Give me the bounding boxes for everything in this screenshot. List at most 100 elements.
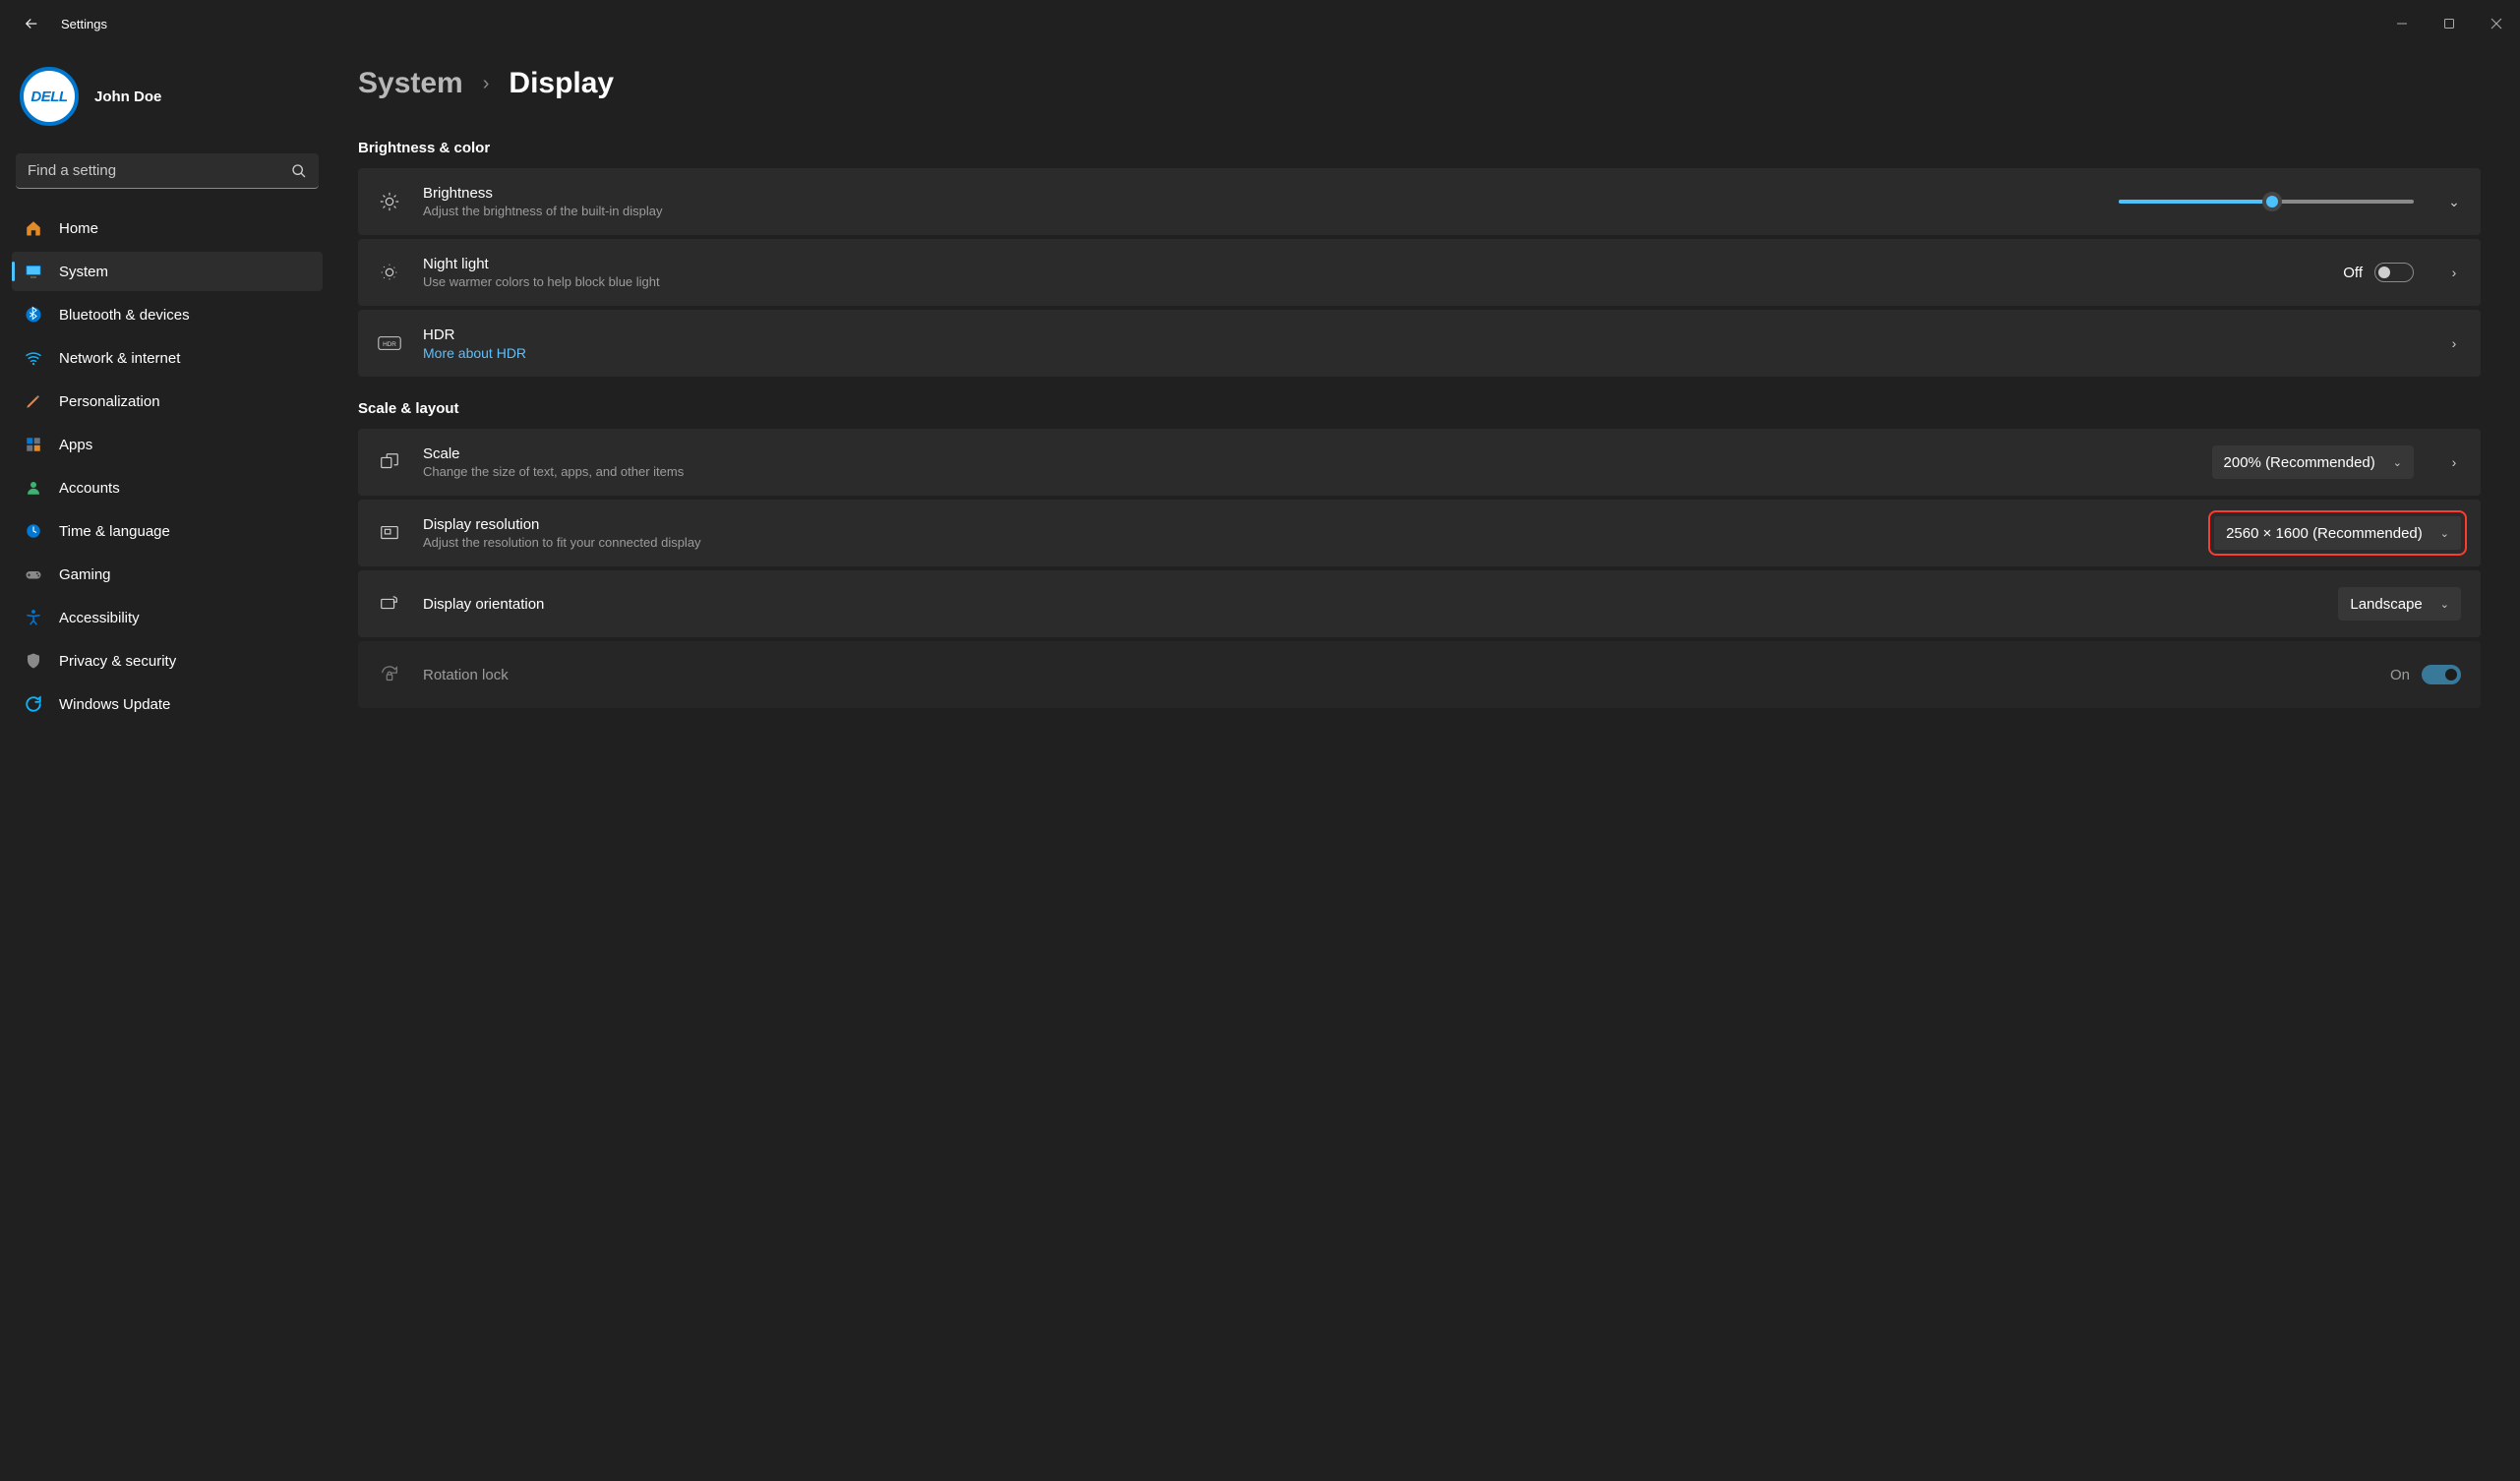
- bluetooth-icon: [24, 305, 43, 325]
- chevron-right-icon: ›: [483, 73, 490, 95]
- sidebar-item-label: Privacy & security: [59, 653, 176, 670]
- rotation-lock-toggle: [2422, 665, 2461, 684]
- card-night-light[interactable]: Night light Use warmer colors to help bl…: [358, 239, 2481, 306]
- sidebar-item-label: Accessibility: [59, 610, 140, 626]
- card-hdr[interactable]: HDR HDR More about HDR ›: [358, 310, 2481, 377]
- sidebar-item-label: Time & language: [59, 523, 170, 540]
- night-light-icon: [378, 262, 401, 283]
- gaming-icon: [24, 564, 43, 584]
- resolution-sub: Adjust the resolution to fit your connec…: [423, 535, 2192, 550]
- sidebar-item-system[interactable]: System: [12, 252, 323, 291]
- section-scale-layout: Scale & layout: [358, 400, 2481, 417]
- sidebar-item-privacy[interactable]: Privacy & security: [12, 641, 323, 681]
- breadcrumb: System › Display: [358, 67, 2481, 100]
- hdr-icon: HDR: [378, 335, 401, 351]
- sidebar-item-label: Accounts: [59, 480, 120, 497]
- card-orientation[interactable]: Display orientation Landscape ⌄: [358, 570, 2481, 637]
- sidebar-item-label: System: [59, 264, 108, 280]
- rotation-lock-state: On: [2390, 667, 2410, 683]
- section-brightness-color: Brightness & color: [358, 140, 2481, 156]
- network-icon: [24, 348, 43, 368]
- sidebar-item-label: Personalization: [59, 393, 160, 410]
- windows-update-icon: [24, 694, 43, 714]
- sidebar-item-label: Apps: [59, 437, 92, 453]
- breadcrumb-current: Display: [509, 67, 614, 100]
- sidebar-item-label: Network & internet: [59, 350, 180, 367]
- sidebar-item-accessibility[interactable]: Accessibility: [12, 598, 323, 637]
- accessibility-icon: [24, 608, 43, 627]
- titlebar: Settings: [0, 0, 2520, 47]
- sidebar-item-label: Home: [59, 220, 98, 237]
- card-brightness[interactable]: Brightness Adjust the brightness of the …: [358, 168, 2481, 235]
- hdr-link[interactable]: More about HDR: [423, 345, 2414, 361]
- apps-icon: [24, 435, 43, 454]
- back-button[interactable]: [8, 0, 55, 47]
- orientation-icon: [378, 593, 401, 615]
- user-name: John Doe: [94, 89, 161, 105]
- personalization-icon: [24, 391, 43, 411]
- sidebar-item-label: Windows Update: [59, 696, 170, 713]
- scale-dropdown[interactable]: 200% (Recommended) ⌄: [2212, 445, 2414, 479]
- search-icon: [291, 163, 307, 179]
- chevron-down-icon[interactable]: ⌄: [2447, 194, 2461, 210]
- breadcrumb-parent[interactable]: System: [358, 67, 463, 100]
- chevron-down-icon: ⌄: [2393, 456, 2402, 469]
- sidebar-item-home[interactable]: Home: [12, 208, 323, 248]
- brightness-slider[interactable]: [2119, 200, 2414, 204]
- close-button[interactable]: [2473, 0, 2520, 47]
- system-icon: [24, 262, 43, 281]
- card-rotation-lock: Rotation lock On: [358, 641, 2481, 708]
- profile[interactable]: DELL John Doe: [12, 55, 323, 149]
- night-light-label: Night light: [423, 256, 2321, 272]
- resolution-icon: [378, 522, 401, 544]
- brightness-sub: Adjust the brightness of the built-in di…: [423, 204, 2097, 218]
- rotation-lock-label: Rotation lock: [423, 667, 2369, 683]
- night-light-toggle[interactable]: [2374, 263, 2414, 282]
- scale-sub: Change the size of text, apps, and other…: [423, 464, 2190, 479]
- time-language-icon: [24, 521, 43, 541]
- sidebar: DELL John Doe Home System Bluetooth & de…: [0, 47, 334, 1481]
- minimize-button[interactable]: [2378, 0, 2426, 47]
- window-controls: [2378, 0, 2520, 47]
- night-light-state: Off: [2343, 265, 2363, 281]
- avatar: DELL: [20, 67, 79, 126]
- sidebar-item-label: Gaming: [59, 566, 111, 583]
- chevron-right-icon[interactable]: ›: [2447, 335, 2461, 351]
- sidebar-item-label: Bluetooth & devices: [59, 307, 190, 324]
- chevron-right-icon[interactable]: ›: [2447, 454, 2461, 470]
- sidebar-item-personalization[interactable]: Personalization: [12, 382, 323, 421]
- window-title: Settings: [61, 17, 107, 31]
- resolution-label: Display resolution: [423, 516, 2192, 533]
- card-resolution[interactable]: Display resolution Adjust the resolution…: [358, 500, 2481, 566]
- sidebar-item-apps[interactable]: Apps: [12, 425, 323, 464]
- sidebar-item-bluetooth[interactable]: Bluetooth & devices: [12, 295, 323, 334]
- privacy-icon: [24, 651, 43, 671]
- orientation-label: Display orientation: [423, 596, 2316, 613]
- search-box[interactable]: [16, 153, 319, 189]
- sidebar-item-accounts[interactable]: Accounts: [12, 468, 323, 507]
- resolution-dropdown[interactable]: 2560 × 1600 (Recommended) ⌄: [2214, 516, 2461, 550]
- scale-label: Scale: [423, 445, 2190, 462]
- rotation-lock-icon: [378, 664, 401, 685]
- accounts-icon: [24, 478, 43, 498]
- orientation-dropdown[interactable]: Landscape ⌄: [2338, 587, 2461, 621]
- search-input[interactable]: [16, 153, 319, 189]
- sidebar-item-network[interactable]: Network & internet: [12, 338, 323, 378]
- sidebar-item-gaming[interactable]: Gaming: [12, 555, 323, 594]
- sidebar-item-time-language[interactable]: Time & language: [12, 511, 323, 551]
- home-icon: [24, 218, 43, 238]
- main-content: System › Display Brightness & color Brig…: [334, 47, 2520, 1481]
- chevron-right-icon[interactable]: ›: [2447, 265, 2461, 280]
- chevron-down-icon: ⌄: [2440, 598, 2449, 611]
- maximize-button[interactable]: [2426, 0, 2473, 47]
- hdr-label: HDR: [423, 326, 2414, 343]
- svg-text:HDR: HDR: [383, 341, 396, 348]
- orientation-value: Landscape: [2350, 596, 2422, 613]
- brightness-label: Brightness: [423, 185, 2097, 202]
- sidebar-item-windows-update[interactable]: Windows Update: [12, 684, 323, 724]
- brightness-icon: [378, 191, 401, 212]
- scale-value: 200% (Recommended): [2224, 454, 2375, 471]
- night-light-sub: Use warmer colors to help block blue lig…: [423, 274, 2321, 289]
- card-scale[interactable]: Scale Change the size of text, apps, and…: [358, 429, 2481, 496]
- resolution-value: 2560 × 1600 (Recommended): [2226, 525, 2423, 542]
